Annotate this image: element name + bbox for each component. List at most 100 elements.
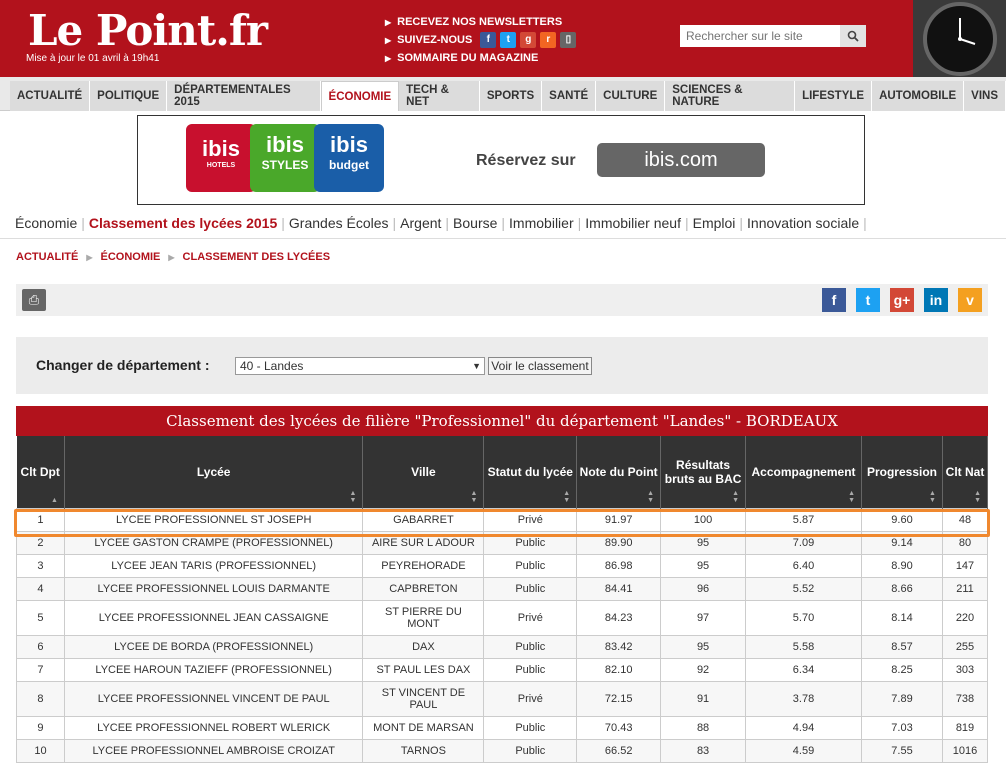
nav-departementales[interactable]: DÉPARTEMENTALES 2015 (167, 81, 321, 111)
department-select[interactable]: 40 - Landes ▼ (235, 357, 485, 375)
sort-icon[interactable]: ▲ ▼ (848, 490, 855, 504)
ibis-ad-banner[interactable]: ibis HOTELS ibis STYLES ibis budget Réserve… (137, 115, 865, 205)
twitter-icon[interactable]: t (500, 32, 517, 48)
ad-site-button[interactable]: ibis.com (597, 143, 765, 177)
subnav-grandes-ecoles[interactable]: Grandes Écoles (289, 215, 389, 231)
subnav-classement[interactable]: Classement des lycées 2015 (89, 215, 277, 231)
col-lycee-header[interactable]: Lycée ▲ ▼ (64, 436, 364, 508)
sort-icon[interactable]: ▲ ▼ (732, 490, 739, 504)
crumb-actualite[interactable]: ACTUALITÉ (16, 251, 78, 263)
subnav-economie[interactable]: Économie (15, 215, 77, 231)
facebook-share-icon[interactable]: f (822, 288, 846, 312)
facebook-icon[interactable]: f (480, 32, 497, 48)
col-statut-cell: Public (483, 530, 578, 555)
subnav-argent[interactable]: Argent (400, 215, 441, 231)
subnav-emploi[interactable]: Emploi (693, 215, 736, 231)
col-rank-nat-cell: 48 (941, 507, 989, 532)
sort-icon[interactable]: ▲ ▼ (470, 490, 477, 504)
table-row[interactable]: 5 LYCEE PROFESSIONNEL JEAN CASSAIGNE ST PI… (16, 599, 989, 636)
ibis-styles-logo: ibis STYLES (250, 124, 320, 192)
mobile-icon[interactable]: ▯ (560, 32, 577, 48)
crumb-classement[interactable]: CLASSEMENT DES LYCÉES (183, 251, 331, 263)
nav-actualite[interactable]: ACTUALITÉ (10, 81, 91, 111)
table-row[interactable]: 9 LYCEE PROFESSIONNEL ROBERT WLERICK MONT … (16, 715, 989, 740)
search-box (680, 25, 866, 47)
magazine-link[interactable]: ▶ SOMMAIRE DU MAGAZINE (385, 49, 576, 67)
col-accompagnement-cell: 7.09 (745, 530, 862, 555)
nav-sante[interactable]: SANTÉ (542, 81, 597, 111)
nav-lifestyle[interactable]: LIFESTYLE (795, 81, 873, 111)
site-logo[interactable]: Le Point.fr (28, 6, 268, 55)
table-row[interactable]: 1 LYCEE PROFESSIONNEL ST JOSEPH GABARRET Pr… (16, 507, 989, 532)
nav-vins[interactable]: VINS (964, 81, 1006, 111)
col-accompagnement-header[interactable]: Accompagnement ▲ ▼ (745, 436, 862, 508)
col-note-header[interactable]: Note du Point ▲ ▼ (576, 436, 662, 508)
col-rank-dept-cell: 1 (16, 507, 65, 532)
subnav-innovation[interactable]: Innovation sociale (747, 215, 859, 231)
col-resultats-cell: 92 (660, 657, 747, 682)
nav-sports[interactable]: SPORTS (479, 81, 543, 111)
col-lycee-cell: LYCEE PROFESSIONNEL ROBERT WLERICK (63, 715, 364, 740)
watch-ad[interactable] (913, 0, 1006, 77)
header-label: Clt Dpt (20, 464, 60, 479)
sort-icon[interactable]: ▲ ▼ (563, 490, 570, 504)
col-lycee-cell: LYCEE DE BORDA (PROFESSIONNEL) (63, 634, 364, 659)
table-row[interactable]: 8 LYCEE PROFESSIONNEL VINCENT DE PAUL ST V… (16, 680, 989, 717)
col-progression-cell: 8.14 (861, 599, 943, 636)
nav-economie[interactable]: ÉCONOMIE (320, 81, 400, 111)
col-ville-header[interactable]: Ville ▲ ▼ (362, 436, 485, 508)
arrow-icon: ▶ (385, 53, 392, 63)
social-mini-icons: f t g r ▯ (480, 32, 577, 48)
subnav-bourse[interactable]: Bourse (453, 215, 497, 231)
col-resultats-cell: 96 (660, 576, 747, 601)
rss-icon[interactable]: r (540, 32, 557, 48)
main-nav: ACTUALITÉ POLITIQUE DÉPARTEMENTALES 2015… (0, 77, 1006, 111)
viadeo-share-icon[interactable]: v (958, 288, 982, 312)
col-lycee-cell: LYCEE JEAN TARIS (PROFESSIONNEL) (63, 553, 364, 578)
col-progression-cell: 9.60 (861, 507, 943, 532)
newsletter-link[interactable]: ▶ RECEVEZ NOS NEWSLETTERS (385, 13, 576, 31)
linkedin-share-icon[interactable]: in (924, 288, 948, 312)
subnav-immobilier-neuf[interactable]: Immobilier neuf (585, 215, 681, 231)
col-rank-dept-cell: 9 (16, 715, 65, 740)
search-input[interactable] (680, 25, 840, 47)
sort-icon[interactable]: ▲ ▼ (929, 490, 936, 504)
col-ville-cell: DAX (362, 634, 485, 659)
sort-icon[interactable]: ▲ ▼ (974, 490, 981, 504)
ad-reserve-text: Réservez sur (476, 152, 576, 169)
nav-automobile[interactable]: AUTOMOBILE (872, 81, 965, 111)
search-button[interactable] (840, 25, 866, 47)
table-row[interactable]: 6 LYCEE DE BORDA (PROFESSIONNEL) DAX Public… (16, 634, 989, 659)
arrow-icon: ▶ (385, 35, 392, 45)
sort-icon[interactable]: ▲ (51, 497, 58, 504)
divider (0, 238, 1006, 239)
googleplus-icon[interactable]: g (520, 32, 537, 48)
subnav-immobilier[interactable]: Immobilier (509, 215, 574, 231)
col-rank-dept-header[interactable]: Clt Dpt ▲ (16, 436, 65, 508)
col-progression-cell: 8.66 (861, 576, 943, 601)
sort-icon[interactable]: ▲ ▼ (647, 490, 654, 504)
nav-sciences[interactable]: SCIENCES & NATURE (665, 81, 796, 111)
table-row[interactable]: 2 LYCEE GASTON CRAMPE (PROFESSIONNEL) AIRE… (16, 530, 989, 555)
nav-tech[interactable]: TECH & NET (399, 81, 480, 111)
col-rank-nat-cell: 819 (941, 715, 989, 740)
nav-culture[interactable]: CULTURE (596, 81, 666, 111)
nav-politique[interactable]: POLITIQUE (90, 81, 168, 111)
table-row[interactable]: 4 LYCEE PROFESSIONNEL LOUIS DARMANTE CAPBR… (16, 576, 989, 601)
col-resultats-header[interactable]: Résultats bruts au BAC ▲ ▼ (660, 436, 747, 508)
twitter-share-icon[interactable]: t (856, 288, 880, 312)
view-ranking-button[interactable]: Voir le classement (488, 357, 592, 375)
col-rank-dept-cell: 3 (16, 553, 65, 578)
sort-icon[interactable]: ▲ ▼ (350, 490, 357, 504)
follow-us-link[interactable]: ▶ SUIVEZ-NOUS f t g r ▯ (385, 31, 577, 49)
table-row[interactable]: 10 LYCEE PROFESSIONNEL AMBROISE CROIZAT TA… (16, 738, 989, 763)
table-row[interactable]: 7 LYCEE HAROUN TAZIEFF (PROFESSIONNEL) ST … (16, 657, 989, 682)
col-statut-header[interactable]: Statut du lycée ▲ ▼ (483, 436, 578, 508)
googleplus-share-icon[interactable]: g+ (890, 288, 914, 312)
col-progression-header[interactable]: Progression ▲ ▼ (861, 436, 943, 508)
col-rank-nat-header[interactable]: Clt Nat ▲ ▼ (942, 436, 989, 508)
table-row[interactable]: 3 LYCEE JEAN TARIS (PROFESSIONNEL) PEYREHO… (16, 553, 989, 578)
crumb-economie[interactable]: ÉCONOMIE (100, 251, 160, 263)
print-icon[interactable]: ⎙ (22, 289, 46, 311)
col-rank-nat-cell: 147 (941, 553, 989, 578)
